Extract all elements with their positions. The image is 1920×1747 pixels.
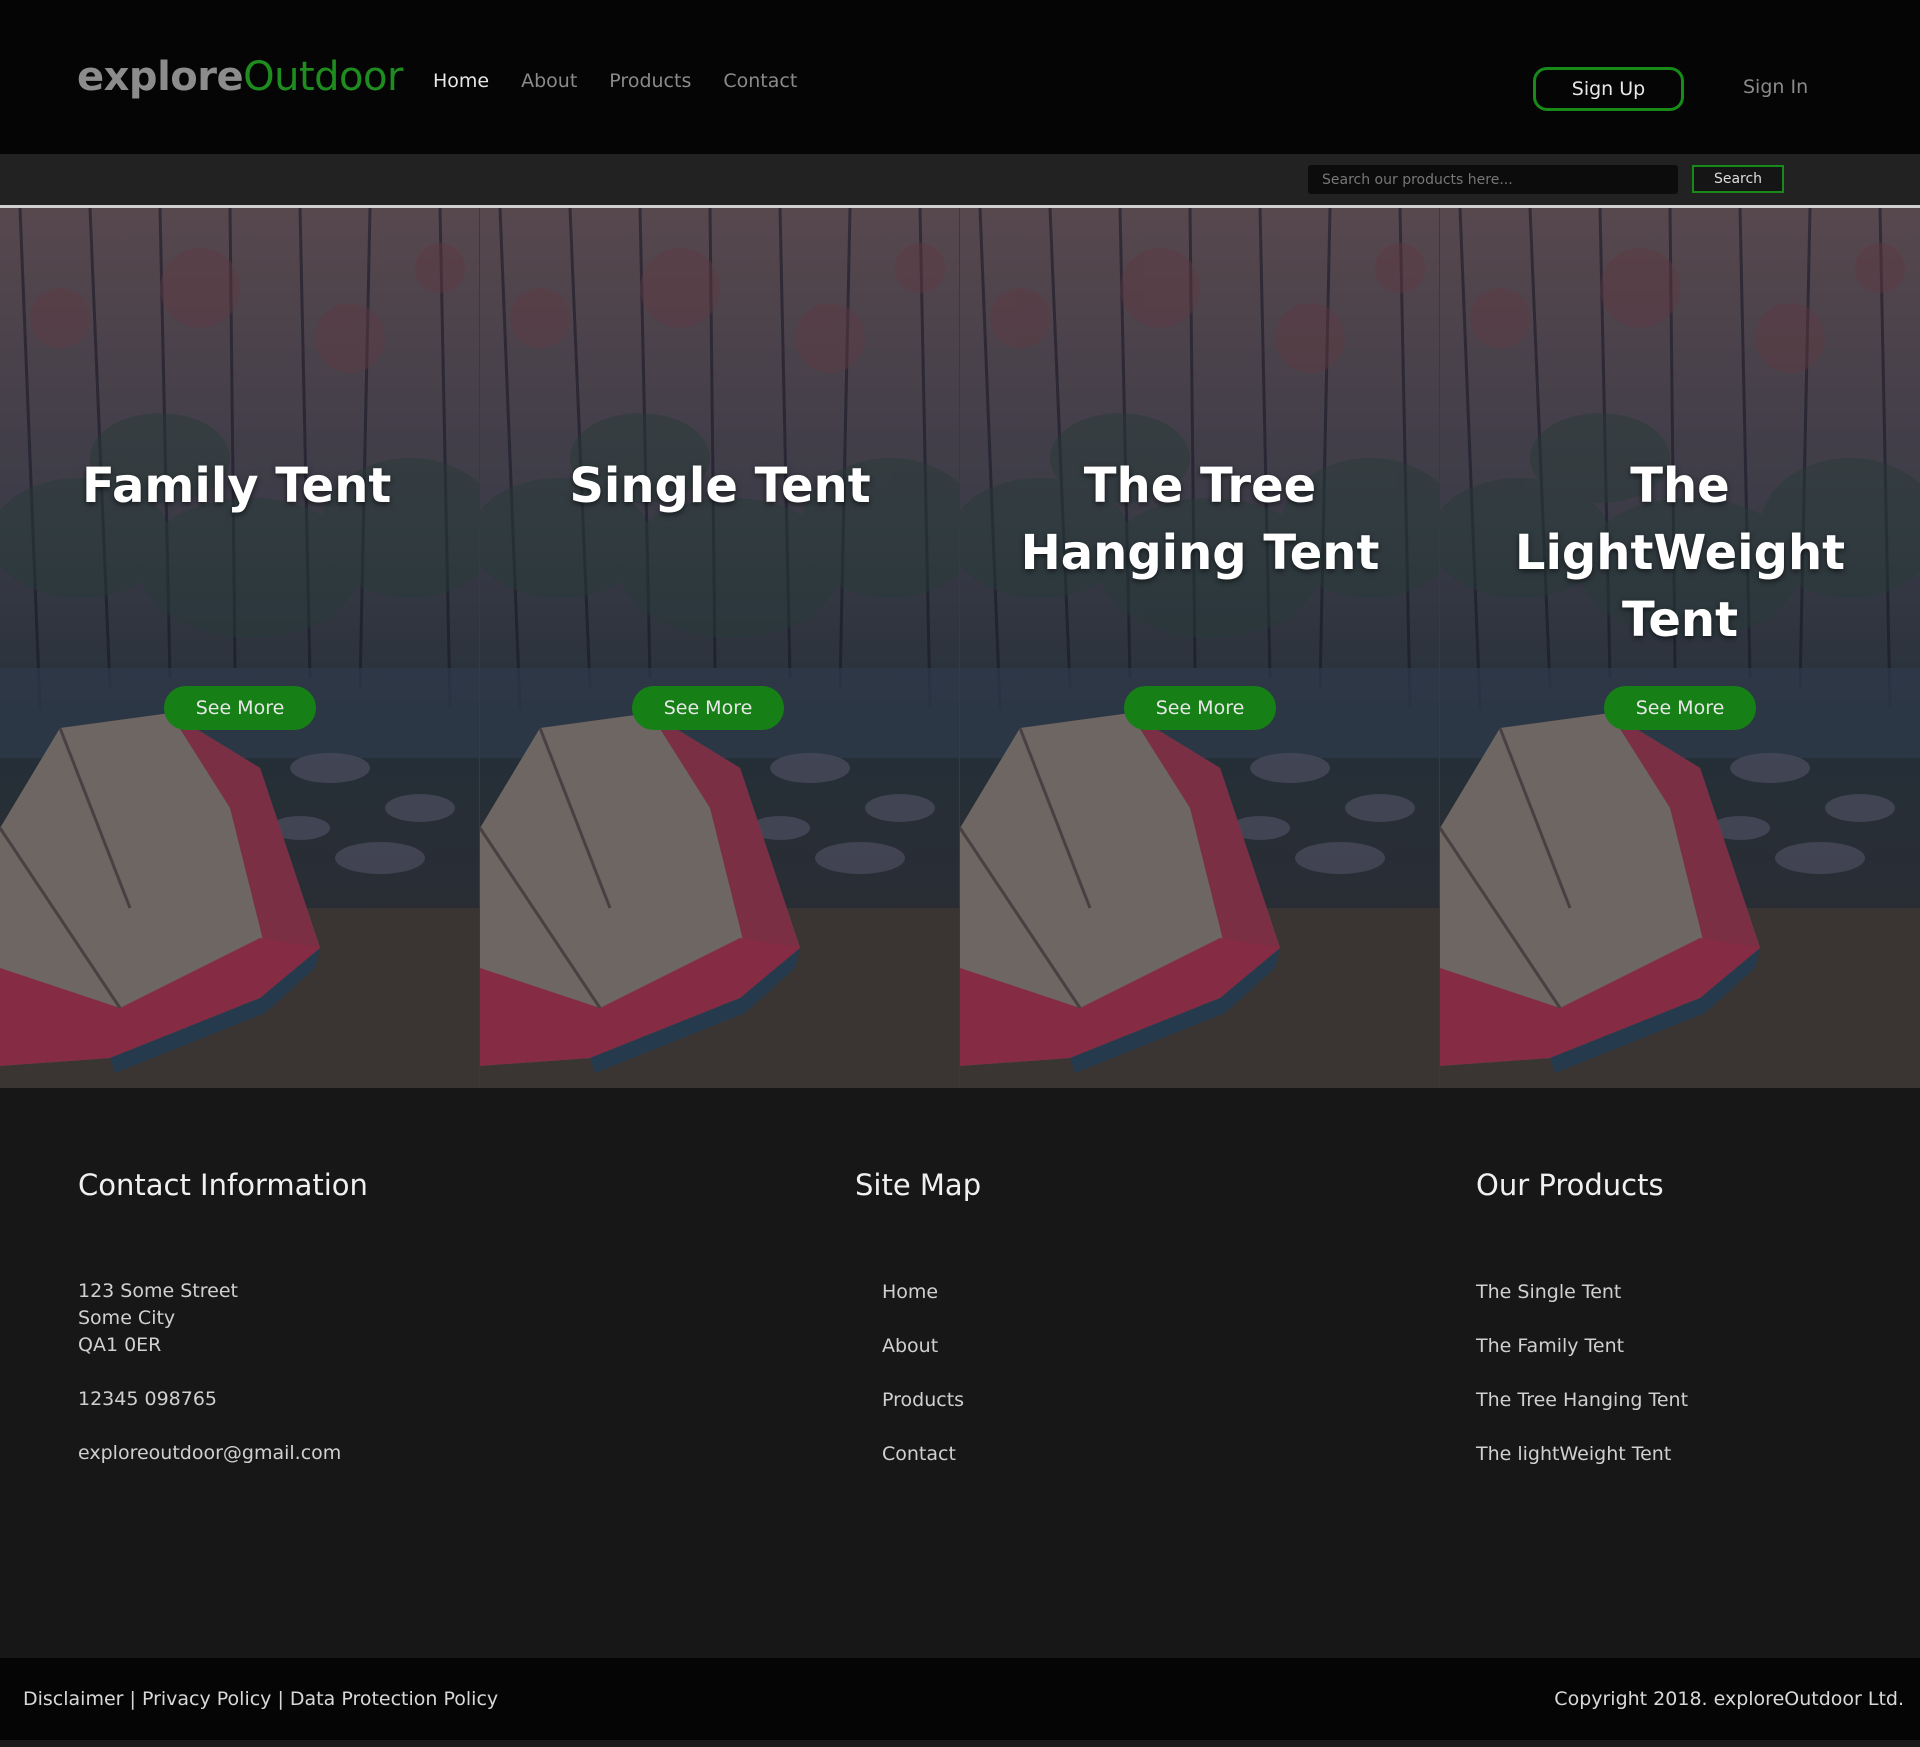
site-footer: Contact Information 123 Some Street Some…	[0, 1088, 1920, 1658]
see-more-button[interactable]: See More	[164, 686, 316, 730]
tent-illustration	[960, 208, 1439, 1088]
site-header: exploreOutdoor Home About Products Conta…	[0, 0, 1920, 154]
sign-up-button[interactable]: Sign Up	[1533, 67, 1684, 111]
tent-photo	[0, 208, 479, 1088]
product-link-lightweight[interactable]: The lightWeight Tent	[1476, 1443, 1671, 1465]
copyright-text: Copyright 2018. exploreOutdoor Ltd.	[1554, 1688, 1904, 1710]
address-line: 123 Some Street	[78, 1280, 238, 1302]
logo-part-explore: explore	[77, 54, 244, 100]
hero-panel-single-tent: Single Tent See More	[480, 208, 960, 1088]
sitemap-title: Site Map	[855, 1168, 982, 1202]
logo-part-outdoor: Outdoor	[243, 54, 403, 100]
contact-address: 123 Some Street Some City QA1 0ER	[78, 1278, 238, 1359]
sitemap-link-contact[interactable]: Contact	[882, 1443, 956, 1465]
nav-home[interactable]: Home	[433, 68, 489, 94]
search-input[interactable]	[1308, 165, 1678, 194]
address-line: Some City	[78, 1307, 176, 1329]
hero-section: Family Tent See More Single Tent See Mor…	[0, 208, 1920, 1088]
address-line: QA1 0ER	[78, 1334, 162, 1356]
product-link-family[interactable]: The Family Tent	[1476, 1335, 1624, 1357]
tent-photo	[480, 208, 959, 1088]
nav-about[interactable]: About	[521, 68, 577, 94]
search-bar: Search	[0, 154, 1920, 208]
search-button[interactable]: Search	[1692, 165, 1784, 193]
nav-products[interactable]: Products	[609, 68, 691, 94]
product-link-single[interactable]: The Single Tent	[1476, 1281, 1621, 1303]
sign-in-link[interactable]: Sign In	[1743, 76, 1808, 98]
contact-title: Contact Information	[78, 1168, 368, 1202]
bottom-strip	[0, 1740, 1920, 1747]
tent-photo	[960, 208, 1439, 1088]
contact-email[interactable]: exploreoutdoor@gmail.com	[78, 1440, 341, 1467]
nav-contact[interactable]: Contact	[723, 68, 797, 94]
hero-panel-lightweight-tent: The LightWeight Tent See More	[1440, 208, 1920, 1088]
see-more-button[interactable]: See More	[1604, 686, 1756, 730]
products-title: Our Products	[1476, 1168, 1664, 1202]
tent-illustration	[480, 208, 959, 1088]
see-more-button[interactable]: See More	[632, 686, 784, 730]
tent-illustration	[0, 208, 479, 1088]
panel-title: The Tree Hanging Tent	[1020, 458, 1380, 581]
sitemap-link-home[interactable]: Home	[882, 1281, 938, 1303]
site-logo[interactable]: exploreOutdoor	[77, 52, 403, 102]
hero-panel-tree-hanging-tent: The Tree Hanging Tent See More	[960, 208, 1440, 1088]
legal-links[interactable]: Disclaimer | Privacy Policy | Data Prote…	[23, 1688, 498, 1710]
contact-phone: 12345 098765	[78, 1388, 218, 1410]
panel-title: The LightWeight Tent	[1514, 458, 1846, 648]
sitemap-link-products[interactable]: Products	[882, 1389, 964, 1411]
hero-panel-family-tent: Family Tent See More	[0, 208, 480, 1088]
main-nav: Home About Products Contact	[433, 68, 797, 94]
panel-title: Family Tent	[82, 458, 392, 514]
product-link-tree-hanging[interactable]: The Tree Hanging Tent	[1476, 1389, 1688, 1411]
see-more-button[interactable]: See More	[1124, 686, 1276, 730]
panel-title: Single Tent	[569, 458, 871, 514]
sitemap-link-about[interactable]: About	[882, 1335, 938, 1357]
bottom-bar: Disclaimer | Privacy Policy | Data Prote…	[0, 1658, 1920, 1740]
